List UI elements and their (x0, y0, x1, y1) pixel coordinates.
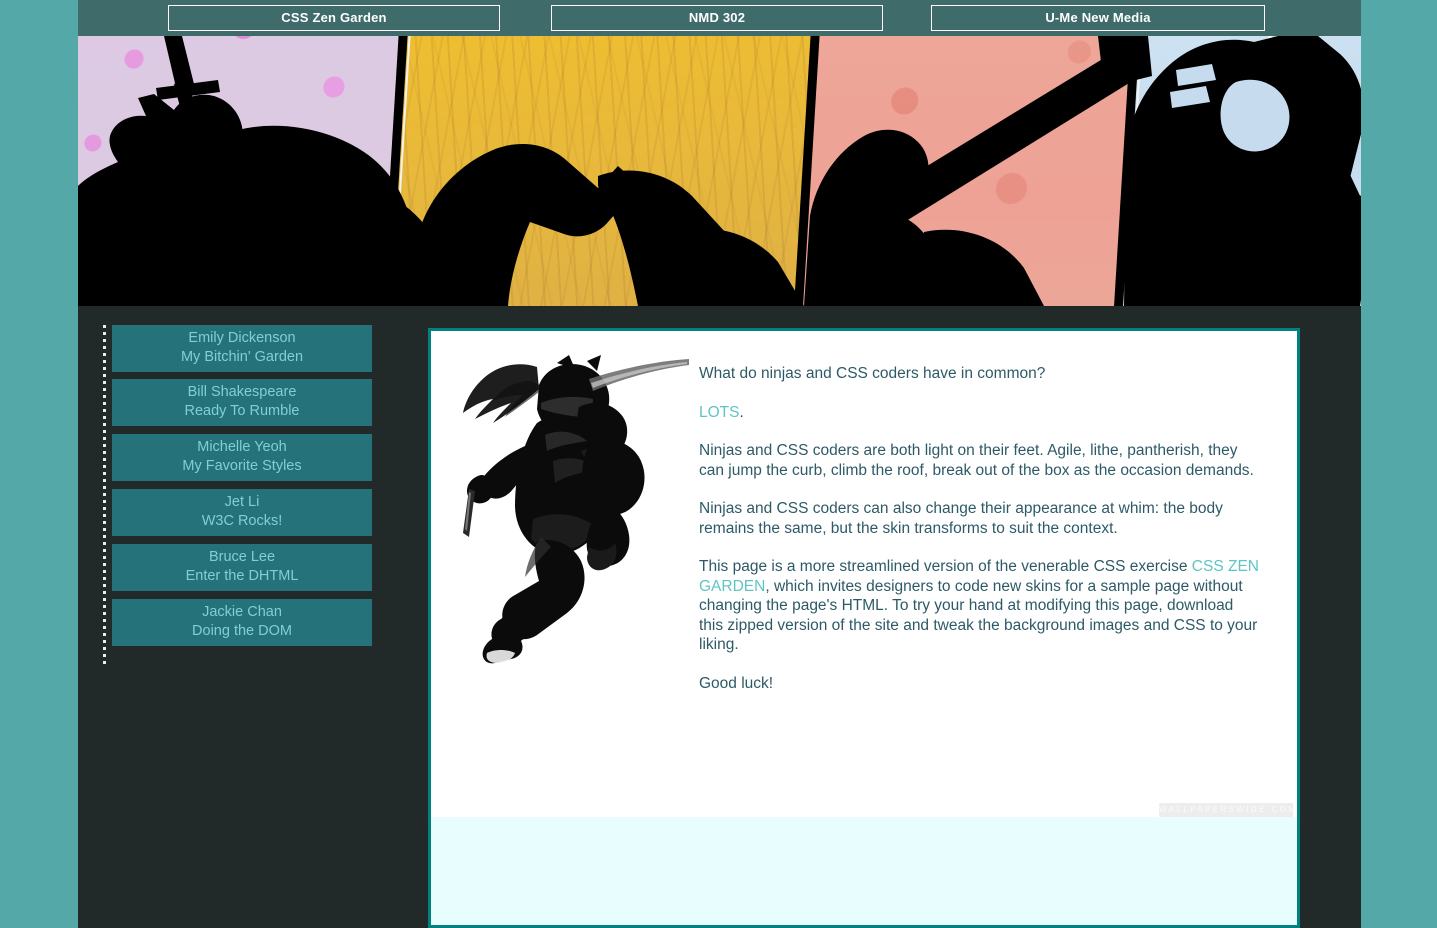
sidebar-item-name: Jet Li (224, 494, 260, 510)
content-panel: What do ninjas and CSS coders have in co… (428, 328, 1300, 928)
paragraph-intro: What do ninjas and CSS coders have in co… (699, 365, 1046, 382)
sidebar-item-michelle-yeoh[interactable]: Michelle Yeoh My Favorite Styles (112, 434, 372, 481)
link-lots[interactable]: LOTS (699, 404, 739, 421)
sidebar-item-bruce-lee[interactable]: Bruce Lee Enter the DHTML (112, 544, 372, 591)
paragraph-lots: LOTS. (699, 403, 1259, 423)
banner-ninja-silhouettes-icon (78, 36, 1361, 306)
page-root: CSS Zen Garden NMD 302 U-Me New Media Em… (0, 0, 1437, 928)
sidebar-item-name: Bruce Lee (208, 549, 276, 565)
paragraph-light-on-feet: Ninjas and CSS coders are both light on … (699, 442, 1254, 479)
sidebar-dotted-rule (103, 325, 106, 665)
sidebar-item-subtitle: Enter the DHTML (185, 568, 299, 584)
sidebar-item-name: Jackie Chan (202, 604, 282, 620)
sidebar-item-name: Bill Shakespeare (187, 384, 297, 400)
paragraph-appearance: Ninjas and CSS coders can also change th… (699, 500, 1223, 537)
sidebar-item-subtitle: Doing the DOM (192, 623, 292, 639)
paragraph-zen-after: , which invites designers to code new sk… (699, 577, 1258, 654)
article-text: What do ninjas and CSS coders have in co… (699, 364, 1259, 712)
sidebar-item-name: Emily Dickenson (188, 330, 296, 346)
nav-button-nmd-302[interactable]: NMD 302 (551, 5, 883, 31)
paragraph-lots-period: . (739, 403, 744, 421)
sidebar-item-subtitle: My Bitchin' Garden (180, 349, 304, 365)
sidebar-item-jackie-chan[interactable]: Jackie Chan Doing the DOM (112, 599, 372, 646)
paragraph-good-luck: Good luck! (699, 674, 774, 692)
sidebar-item-subtitle: My Favorite Styles (182, 458, 302, 474)
sidebar-item-jet-li[interactable]: Jet Li W3C Rocks! (112, 489, 372, 536)
top-navigation-bar: CSS Zen Garden NMD 302 U-Me New Media (78, 0, 1361, 36)
sidebar-item-subtitle: W3C Rocks! (201, 513, 283, 529)
hero-banner-image (78, 36, 1361, 306)
content-footer-band (431, 817, 1297, 925)
nav-button-u-me-new-media[interactable]: U-Me New Media (931, 5, 1265, 31)
paragraph-zen-garden: This page is a more streamlined version … (699, 557, 1259, 655)
wallpaper-watermark: WALLPAPERSWIDE.COM (1159, 803, 1295, 817)
leaping-ninja-icon (463, 355, 689, 664)
sidebar-item-bill-shakespeare[interactable]: Bill Shakespeare Ready To Rumble (112, 379, 372, 426)
ninja-illustration (441, 351, 691, 681)
main-dark-container: Emily Dickenson My Bitchin' Garden Bill … (78, 306, 1361, 928)
sidebar-item-subtitle: Ready To Rumble (184, 403, 300, 419)
paragraph-zen-before: This page is a more streamlined version … (699, 558, 1192, 575)
sidebar-item-name: Michelle Yeoh (197, 439, 287, 455)
sidebar-item-emily-dickenson[interactable]: Emily Dickenson My Bitchin' Garden (112, 325, 372, 372)
nav-button-css-zen-garden[interactable]: CSS Zen Garden (168, 5, 500, 31)
